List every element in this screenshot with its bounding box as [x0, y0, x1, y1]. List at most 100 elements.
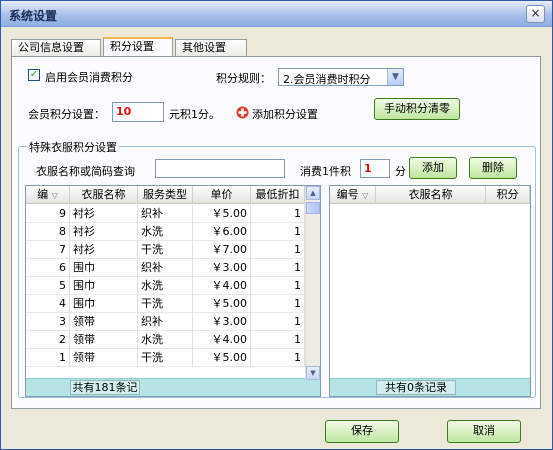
per-item-label: 消费1件积	[300, 165, 351, 178]
cell-min-discount: 1	[251, 349, 305, 367]
col-header-min-discount[interactable]: 最低折扣	[251, 186, 305, 204]
cell-id: 8	[26, 223, 70, 241]
tab-company-info[interactable]: 公司信息设置	[11, 39, 101, 56]
col-header-price[interactable]: 单价	[193, 186, 251, 204]
cell-price: ￥7.00	[193, 241, 251, 259]
cell-name: 围巾	[70, 259, 138, 277]
search-label: 衣服名称或简码查询	[36, 165, 135, 178]
special-clothing-points-group: 特殊衣服积分设置 衣服名称或简码查询 消费1件积 1 分 添加 删除 编 ▽ 衣…	[18, 139, 536, 398]
cell-min-discount: 1	[251, 295, 305, 313]
col-header-name[interactable]: 衣服名称	[376, 186, 486, 204]
settings-window: 系统设置 × 公司信息设置 积分设置 其他设置 ✓ 启用会员消费积分 积分规则：…	[0, 0, 553, 450]
cell-service: 织补	[138, 313, 193, 331]
save-button[interactable]: 保存	[325, 420, 399, 443]
cell-service: 干洗	[138, 241, 193, 259]
add-icon[interactable]	[236, 106, 249, 119]
manual-clear-points-button[interactable]: 手动积分清零	[374, 98, 460, 120]
cell-price: ￥3.00	[193, 313, 251, 331]
cell-min-discount: 1	[251, 331, 305, 349]
enable-member-points-checkbox[interactable]: ✓	[28, 69, 40, 81]
group-title: 特殊衣服积分设置	[27, 139, 119, 155]
cell-name: 衬衫	[70, 223, 138, 241]
points-settings-panel: ✓ 启用会员消费积分 积分规则： 2.会员消费时积分 ▼ 会员积分设置： 10 …	[11, 56, 541, 409]
clothing-grid-header: 编 ▽ 衣服名称 服务类型 单价 最低折扣	[26, 186, 320, 204]
cell-id: 1	[26, 349, 70, 367]
add-button[interactable]: 添加	[409, 157, 457, 179]
points-rule-select[interactable]: 2.会员消费时积分 ▼	[278, 68, 404, 86]
col-header-service[interactable]: 服务类型	[138, 186, 193, 204]
clothing-grid-footer: 共有181条记	[26, 378, 320, 396]
cell-id: 3	[26, 313, 70, 331]
cell-name: 领带	[70, 349, 138, 367]
cancel-button[interactable]: 取消	[447, 420, 521, 443]
scroll-down-icon[interactable]: ▼	[306, 366, 320, 380]
title-bar: 系统设置 ×	[1, 1, 552, 27]
per-item-unit: 分	[395, 165, 406, 178]
cell-min-discount: 1	[251, 277, 305, 295]
col-header-id[interactable]: 编号 ▽	[330, 186, 376, 204]
add-points-setting-link[interactable]: 添加积分设置	[252, 106, 318, 122]
cell-price: ￥5.00	[193, 349, 251, 367]
cell-id: 5	[26, 277, 70, 295]
cell-service: 干洗	[138, 295, 193, 313]
table-row[interactable]: 5 围巾 水洗 ￥4.00 1	[26, 277, 320, 295]
cell-name: 领带	[70, 313, 138, 331]
cell-id: 7	[26, 241, 70, 259]
table-row[interactable]: 3 领带 织补 ￥3.00 1	[26, 313, 320, 331]
cell-min-discount: 1	[251, 223, 305, 241]
special-points-grid-header: 编号 ▽ 衣服名称 积分	[330, 186, 530, 204]
chevron-down-icon[interactable]: ▼	[387, 69, 403, 85]
enable-member-points-label: 启用会员消费积分	[45, 71, 133, 84]
cell-name: 衬衫	[70, 205, 138, 223]
col-header-points[interactable]: 积分	[486, 186, 530, 204]
member-points-input[interactable]: 10	[112, 102, 164, 122]
scroll-thumb[interactable]	[306, 202, 320, 214]
cell-min-discount: 1	[251, 205, 305, 223]
cell-service: 水洗	[138, 277, 193, 295]
cell-price: ￥5.00	[193, 295, 251, 313]
member-points-label: 会员积分设置：	[28, 108, 105, 121]
per-item-points-input[interactable]: 1	[360, 159, 390, 178]
cell-service: 干洗	[138, 349, 193, 367]
cell-id: 4	[26, 295, 70, 313]
cell-name: 领带	[70, 331, 138, 349]
cell-price: ￥4.00	[193, 331, 251, 349]
cell-price: ￥5.00	[193, 205, 251, 223]
table-row[interactable]: 2 领带 水洗 ￥4.00 1	[26, 331, 320, 349]
close-button[interactable]: ×	[526, 5, 545, 23]
points-rule-value: 2.会员消费时积分	[283, 73, 371, 86]
cell-price: ￥3.00	[193, 259, 251, 277]
clothing-grid-scrollbar[interactable]: ▲ ▼	[305, 186, 320, 380]
col-header-id[interactable]: 编 ▽	[26, 186, 70, 204]
cell-id: 2	[26, 331, 70, 349]
cell-id: 6	[26, 259, 70, 277]
special-points-grid-footer: 共有0条记录	[330, 378, 530, 396]
scroll-up-icon[interactable]: ▲	[306, 186, 320, 200]
table-row[interactable]: 7 衬衫 干洗 ￥7.00 1	[26, 241, 320, 259]
cell-service: 织补	[138, 205, 193, 223]
cell-name: 衬衫	[70, 241, 138, 259]
cell-min-discount: 1	[251, 241, 305, 259]
cell-name: 围巾	[70, 295, 138, 313]
tab-points[interactable]: 积分设置	[103, 37, 173, 56]
table-row[interactable]: 6 围巾 织补 ￥3.00 1	[26, 259, 320, 277]
cell-price: ￥6.00	[193, 223, 251, 241]
points-rule-label: 积分规则：	[216, 72, 271, 85]
cell-name: 围巾	[70, 277, 138, 295]
clothing-grid[interactable]: 编 ▽ 衣服名称 服务类型 单价 最低折扣 9 衬衫 织补 ￥5.00 1 8 衬衫 水洗 ￥6…	[25, 185, 321, 397]
table-row[interactable]: 1 领带 干洗 ￥5.00 1	[26, 349, 320, 367]
col-header-name[interactable]: 衣服名称	[70, 186, 138, 204]
record-count: 共有181条记	[70, 380, 140, 395]
special-points-grid[interactable]: 编号 ▽ 衣服名称 积分 共有0条记录	[329, 185, 531, 397]
table-row[interactable]: 8 衬衫 水洗 ￥6.00 1	[26, 223, 320, 241]
cell-service: 水洗	[138, 223, 193, 241]
cell-min-discount: 1	[251, 259, 305, 277]
filter-icon[interactable]: ▽	[52, 191, 58, 200]
filter-icon[interactable]: ▽	[362, 191, 368, 200]
table-row[interactable]: 4 围巾 干洗 ￥5.00 1	[26, 295, 320, 313]
table-row[interactable]: 9 衬衫 织补 ￥5.00 1	[26, 205, 320, 223]
tab-other[interactable]: 其他设置	[175, 39, 247, 56]
clothing-search-input[interactable]	[155, 159, 285, 178]
cell-price: ￥4.00	[193, 277, 251, 295]
delete-button[interactable]: 删除	[469, 157, 517, 179]
